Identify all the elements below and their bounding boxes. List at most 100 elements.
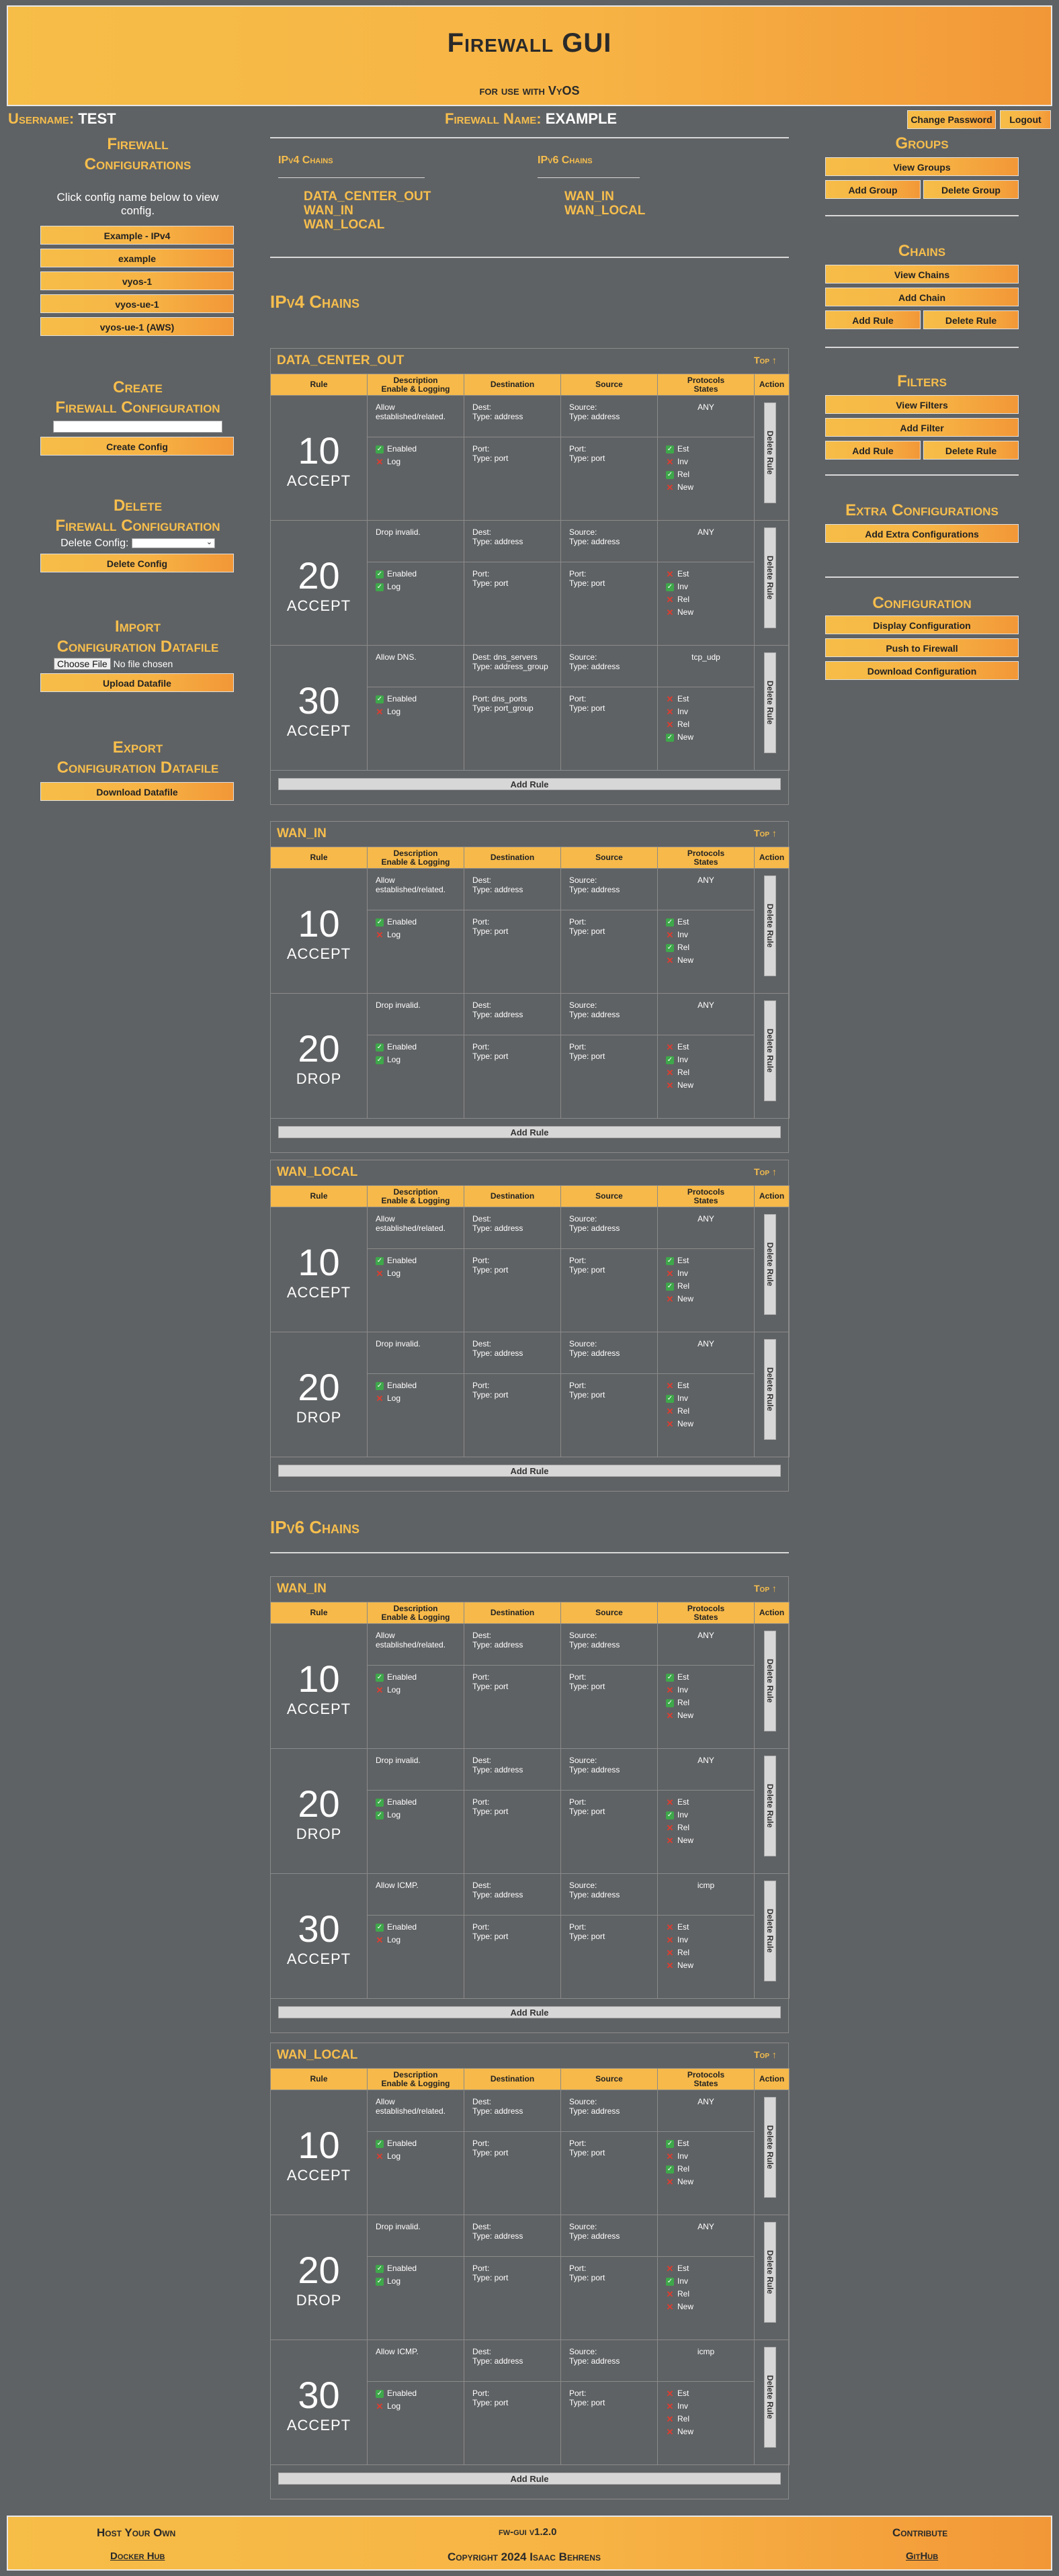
cross-icon[interactable]: ✕ <box>666 1068 674 1077</box>
delete-rule-button[interactable]: Delete Rule <box>764 402 776 503</box>
top-link-text[interactable]: Top <box>754 1166 769 1177</box>
cross-icon[interactable]: ✕ <box>376 458 384 466</box>
upload-datafile-button[interactable]: Upload Datafile <box>40 673 234 692</box>
filters-delete-rule-button[interactable]: Delete Rule <box>923 441 1019 460</box>
delete-group-button[interactable]: Delete Group <box>923 180 1019 199</box>
create-config-button[interactable]: Create Config <box>40 437 234 456</box>
check-icon[interactable]: ✓ <box>376 1673 384 1682</box>
cross-icon[interactable]: ✕ <box>666 1043 674 1051</box>
check-icon[interactable]: ✓ <box>666 918 674 927</box>
add-rule-button[interactable]: Add Rule <box>278 778 781 790</box>
delete-rule-button[interactable]: Delete Rule <box>764 652 776 753</box>
cross-icon[interactable]: ✕ <box>666 1407 674 1416</box>
check-icon[interactable]: ✓ <box>666 1282 674 1291</box>
check-icon[interactable]: ✓ <box>376 1811 384 1819</box>
cross-icon[interactable]: ✕ <box>666 1295 674 1303</box>
cross-icon[interactable]: ✕ <box>666 1798 674 1807</box>
cross-icon[interactable]: ✕ <box>666 707 674 716</box>
check-icon[interactable]: ✓ <box>666 2139 674 2148</box>
check-icon[interactable]: ✓ <box>376 583 384 591</box>
index-link-data-center-out[interactable]: DATA_CENTER_OUT <box>304 189 431 204</box>
config-item-vyos-ue-1-aws[interactable]: vyos-ue-1 (AWS) <box>40 317 234 336</box>
cross-icon[interactable]: ✕ <box>666 1948 674 1957</box>
check-icon[interactable]: ✓ <box>376 2277 384 2286</box>
cross-icon[interactable]: ✕ <box>666 1269 674 1278</box>
footer-docker-hub-link[interactable]: Docker Hub <box>110 2550 165 2562</box>
delete-rule-button[interactable]: Delete Rule <box>764 1000 776 1101</box>
cross-icon[interactable]: ✕ <box>666 570 674 578</box>
cross-icon[interactable]: ✕ <box>376 707 384 716</box>
view-filters-button[interactable]: View Filters <box>825 395 1019 414</box>
cross-icon[interactable]: ✕ <box>376 2402 384 2411</box>
github-link-text[interactable]: GitHub <box>906 2550 938 2562</box>
display-configuration-button[interactable]: Display Configuration <box>825 615 1019 634</box>
check-icon[interactable]: ✓ <box>666 1394 674 1403</box>
cross-icon[interactable]: ✕ <box>666 2402 674 2411</box>
delete-rule-button[interactable]: Delete Rule <box>764 2347 776 2448</box>
add-rule-button[interactable]: Add Rule <box>278 2473 781 2485</box>
delete-rule-button[interactable]: Delete Rule <box>764 1881 776 1981</box>
cross-icon[interactable]: ✕ <box>666 695 674 703</box>
check-icon[interactable]: ✓ <box>666 1673 674 1682</box>
config-item-example-ipv4[interactable]: Example - IPv4 <box>40 226 234 245</box>
cross-icon[interactable]: ✕ <box>666 1936 674 1944</box>
check-icon[interactable]: ✓ <box>376 445 384 454</box>
check-icon[interactable]: ✓ <box>666 733 674 742</box>
cross-icon[interactable]: ✕ <box>376 2152 384 2161</box>
check-icon[interactable]: ✓ <box>376 1256 384 1265</box>
cross-icon[interactable]: ✕ <box>666 1836 674 1845</box>
delete-rule-button[interactable]: Delete Rule <box>764 1756 776 1856</box>
cross-icon[interactable]: ✕ <box>666 1686 674 1694</box>
check-icon[interactable]: ✓ <box>666 1256 674 1265</box>
delete-rule-button[interactable]: Delete Rule <box>764 1214 776 1315</box>
config-item-example[interactable]: example <box>40 249 234 267</box>
top-link[interactable]: Top ↑ <box>754 1166 777 1177</box>
cross-icon[interactable]: ✕ <box>666 2178 674 2186</box>
view-groups-button[interactable]: View Groups <box>825 157 1019 176</box>
cross-icon[interactable]: ✕ <box>666 1381 674 1390</box>
delete-rule-button[interactable]: Delete Rule <box>764 2097 776 2198</box>
delete-rule-button[interactable]: Delete Rule <box>764 1631 776 1731</box>
top-link-text[interactable]: Top <box>754 828 769 839</box>
cross-icon[interactable]: ✕ <box>666 458 674 466</box>
check-icon[interactable]: ✓ <box>376 1798 384 1807</box>
footer-github-link[interactable]: GitHub <box>906 2550 938 2562</box>
add-rule-button[interactable]: Add Rule <box>278 1126 781 1138</box>
add-rule-button[interactable]: Add Rule <box>278 1465 781 1477</box>
delete-rule-button[interactable]: Delete Rule <box>764 875 776 976</box>
check-icon[interactable]: ✓ <box>376 918 384 927</box>
add-chain-button[interactable]: Add Chain <box>825 288 1019 306</box>
cross-icon[interactable]: ✕ <box>666 2428 674 2436</box>
choose-file-button[interactable]: Choose File <box>54 658 111 670</box>
chains-delete-rule-button[interactable]: Delete Rule <box>923 310 1019 329</box>
check-icon[interactable]: ✓ <box>376 2389 384 2398</box>
add-filter-button[interactable]: Add Filter <box>825 418 1019 437</box>
check-icon[interactable]: ✓ <box>376 2139 384 2148</box>
push-to-firewall-button[interactable]: Push to Firewall <box>825 638 1019 657</box>
top-link-text[interactable]: Top <box>754 2049 769 2060</box>
check-icon[interactable]: ✓ <box>376 1381 384 1390</box>
cross-icon[interactable]: ✕ <box>666 2290 674 2299</box>
cross-icon[interactable]: ✕ <box>666 1081 674 1090</box>
config-item-vyos-ue-1[interactable]: vyos-ue-1 <box>40 294 234 313</box>
cross-icon[interactable]: ✕ <box>666 720 674 729</box>
cross-icon[interactable]: ✕ <box>376 1394 384 1403</box>
cross-icon[interactable]: ✕ <box>666 1923 674 1932</box>
check-icon[interactable]: ✓ <box>666 470 674 479</box>
check-icon[interactable]: ✓ <box>666 1699 674 1707</box>
cross-icon[interactable]: ✕ <box>376 1269 384 1278</box>
index-link-ipv4-wan-in[interactable]: WAN_IN <box>304 204 353 218</box>
check-icon[interactable]: ✓ <box>666 1811 674 1819</box>
cross-icon[interactable]: ✕ <box>666 956 674 965</box>
check-icon[interactable]: ✓ <box>666 1056 674 1064</box>
cross-icon[interactable]: ✕ <box>666 2303 674 2311</box>
check-icon[interactable]: ✓ <box>666 2277 674 2286</box>
delete-config-select[interactable]: ⌄ <box>131 538 215 549</box>
delete-rule-button[interactable]: Delete Rule <box>764 527 776 628</box>
check-icon[interactable]: ✓ <box>666 445 674 454</box>
cross-icon[interactable]: ✕ <box>666 1823 674 1832</box>
cross-icon[interactable]: ✕ <box>376 1936 384 1944</box>
download-configuration-button[interactable]: Download Configuration <box>825 661 1019 680</box>
config-item-vyos-1[interactable]: vyos-1 <box>40 271 234 290</box>
top-link[interactable]: Top ↑ <box>754 2049 777 2060</box>
